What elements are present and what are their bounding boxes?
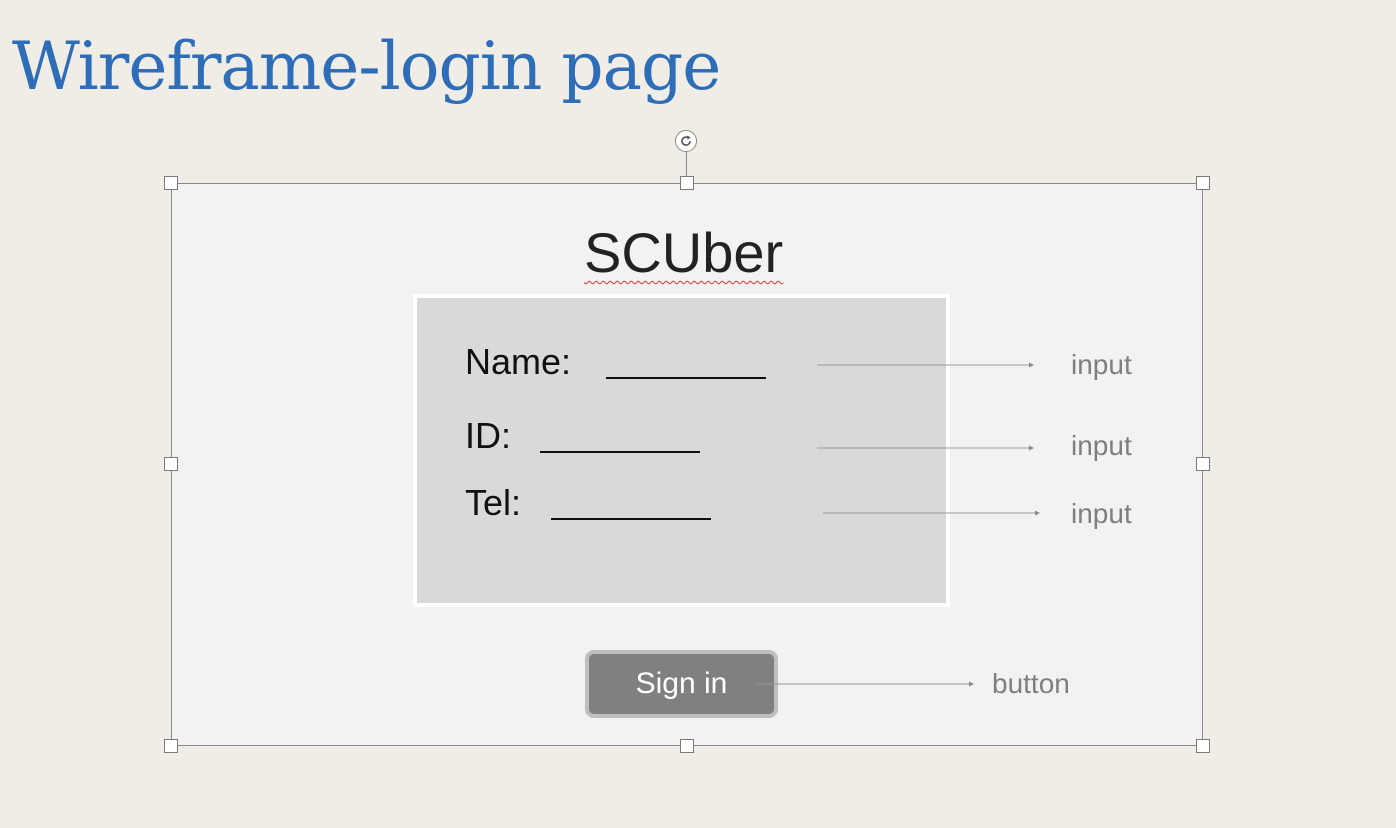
slide-title[interactable]: Wireframe-login page bbox=[12, 28, 721, 105]
resize-handle-bottom-right[interactable] bbox=[1196, 739, 1210, 753]
resize-handle-top-center[interactable] bbox=[680, 176, 694, 190]
id-label: ID: bbox=[465, 415, 512, 456]
resize-handle-middle-left[interactable] bbox=[164, 457, 178, 471]
tel-annotation-arrow bbox=[823, 510, 1040, 516]
id-input-annotation: input bbox=[1071, 430, 1132, 461]
rotate-arrow-icon bbox=[681, 135, 691, 146]
tel-input-annotation: input bbox=[1071, 498, 1132, 529]
name-input-annotation: input bbox=[1071, 349, 1132, 380]
name-annotation-arrow bbox=[817, 362, 1034, 368]
sign-in-button[interactable]: Sign in bbox=[585, 650, 778, 718]
button-annotation-arrow bbox=[757, 681, 974, 687]
resize-handle-top-right[interactable] bbox=[1196, 176, 1210, 190]
resize-handle-bottom-center[interactable] bbox=[680, 739, 694, 753]
resize-handle-middle-right[interactable] bbox=[1196, 457, 1210, 471]
resize-handle-bottom-left[interactable] bbox=[164, 739, 178, 753]
name-input[interactable] bbox=[606, 377, 766, 379]
app-title: SCUber bbox=[584, 221, 784, 284]
button-annotation: button bbox=[992, 668, 1070, 699]
name-label: Name: bbox=[465, 341, 572, 382]
tel-label: Tel: bbox=[465, 482, 522, 523]
id-input[interactable] bbox=[540, 451, 700, 453]
tel-input[interactable] bbox=[551, 518, 711, 520]
resize-handle-top-left[interactable] bbox=[164, 176, 178, 190]
rotate-handle-icon[interactable] bbox=[675, 130, 697, 152]
id-annotation-arrow bbox=[817, 445, 1034, 451]
